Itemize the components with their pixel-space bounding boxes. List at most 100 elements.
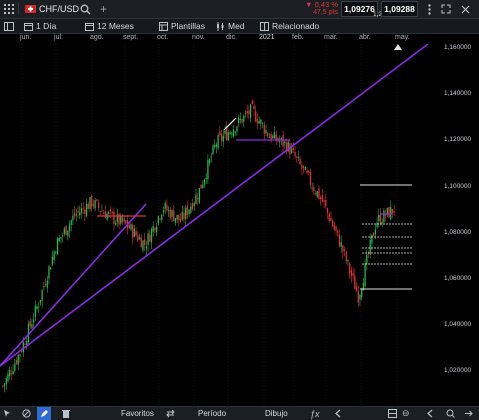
candle-body [70, 220, 72, 225]
candle-body [326, 208, 329, 213]
cursor-icon[interactable] [3, 407, 12, 420]
candle-body [379, 213, 382, 225]
related-button[interactable]: Relacionado [260, 19, 319, 33]
candle-body [43, 286, 45, 288]
drawing-menu[interactable]: Dibujo [265, 407, 288, 420]
search-icon [80, 4, 91, 15]
function-icon[interactable]: ƒx [310, 407, 320, 420]
candle-body [171, 210, 173, 217]
expand-icon[interactable] [441, 0, 451, 18]
instrument-selector[interactable]: CHF/USD [24, 0, 79, 18]
candle-body [241, 118, 243, 123]
bid-price: 1,09276 [344, 4, 375, 14]
y-tick: 1,020000 [444, 367, 472, 374]
candle-body [203, 179, 206, 185]
templates-button[interactable]: Plantillas [159, 19, 205, 33]
candle-body [46, 280, 48, 288]
month-label: jul. [54, 34, 63, 41]
candle-body [309, 172, 312, 186]
candle-body [294, 152, 296, 157]
zoom-in-icon[interactable] [446, 407, 455, 420]
candle-body [38, 306, 40, 308]
month-label: may. [395, 34, 410, 41]
candle-body [304, 167, 306, 171]
no-entry-icon[interactable] [22, 407, 31, 420]
more-icon[interactable] [428, 0, 431, 18]
candle-body [176, 214, 178, 220]
candle-body [244, 112, 247, 114]
candle-body [342, 245, 344, 252]
range-dropdown[interactable]: 12 Meses [85, 19, 134, 33]
candle-body [154, 227, 156, 231]
candle-body [15, 360, 18, 364]
candle-body [5, 378, 7, 385]
y-tick: 1,100000 [444, 183, 472, 190]
candle-body [378, 214, 380, 221]
delete-icon[interactable] [62, 407, 70, 420]
month-label: feb. [292, 34, 304, 41]
compare-icon[interactable] [166, 407, 175, 420]
candle-body [372, 233, 375, 237]
grid-menu-icon[interactable] [3, 0, 15, 18]
candle-body [82, 208, 84, 210]
candle-body [198, 188, 201, 203]
ask-button[interactable]: 1,09288 [381, 1, 418, 17]
candle-body [202, 184, 204, 188]
favorites-menu[interactable]: Favoritos [121, 407, 154, 420]
y-tick: 1,160000 [444, 44, 472, 51]
candle-body [3, 383, 6, 387]
candle-body [94, 200, 96, 209]
panel-toggle-icon[interactable] [4, 19, 14, 33]
candle-body [161, 214, 163, 221]
candle-body [9, 370, 11, 377]
zoom-out-icon[interactable]: ⊖ [402, 407, 410, 420]
candle-body [311, 187, 313, 189]
candle-body [179, 218, 182, 222]
plus-icon: + [100, 2, 108, 16]
candle-body [89, 197, 91, 210]
drawing-line[interactable] [223, 117, 237, 131]
search-button[interactable] [80, 0, 91, 18]
candle-body [62, 234, 64, 236]
candle-body [338, 234, 341, 247]
candle-body [364, 263, 366, 287]
pencil-icon[interactable] [37, 407, 51, 420]
candle-body [96, 199, 98, 201]
interval-dropdown[interactable]: 1 Día [24, 19, 56, 33]
layout-icon[interactable] [388, 407, 397, 420]
candle-body [34, 305, 36, 318]
candle-body [383, 210, 385, 223]
add-tab-button[interactable]: + [100, 0, 107, 18]
candle-body [350, 270, 353, 276]
candle-body [272, 135, 274, 139]
candle-body [72, 215, 74, 221]
candle-body [109, 209, 112, 212]
back-icon[interactable] [334, 407, 342, 420]
candle-body [359, 294, 361, 300]
candle-body [164, 203, 166, 209]
candle-body [155, 226, 158, 233]
candle-body [393, 211, 395, 213]
candle-body [260, 119, 262, 124]
candle-body [190, 206, 192, 213]
candle-body [51, 256, 54, 266]
close-icon[interactable] [461, 0, 470, 18]
y-tick: 1,080000 [444, 229, 472, 236]
scroll-left-icon[interactable] [427, 407, 434, 420]
candle-body [186, 205, 189, 215]
candle-body [376, 222, 378, 228]
period-menu[interactable]: Período [198, 407, 226, 420]
fit-icon[interactable] [464, 407, 473, 420]
candle-body [152, 226, 154, 232]
candle-body [150, 229, 153, 243]
style-label: Med [228, 21, 245, 31]
style-dropdown[interactable]: Med [216, 19, 245, 33]
candle-body [323, 200, 325, 202]
drawing-label: Dibujo [265, 409, 288, 418]
trendline[interactable] [0, 44, 429, 367]
candle-body [14, 363, 16, 371]
price-chart[interactable] [0, 44, 444, 405]
candle-body [29, 321, 31, 327]
candle-body [77, 210, 79, 213]
candle-body [149, 234, 151, 242]
